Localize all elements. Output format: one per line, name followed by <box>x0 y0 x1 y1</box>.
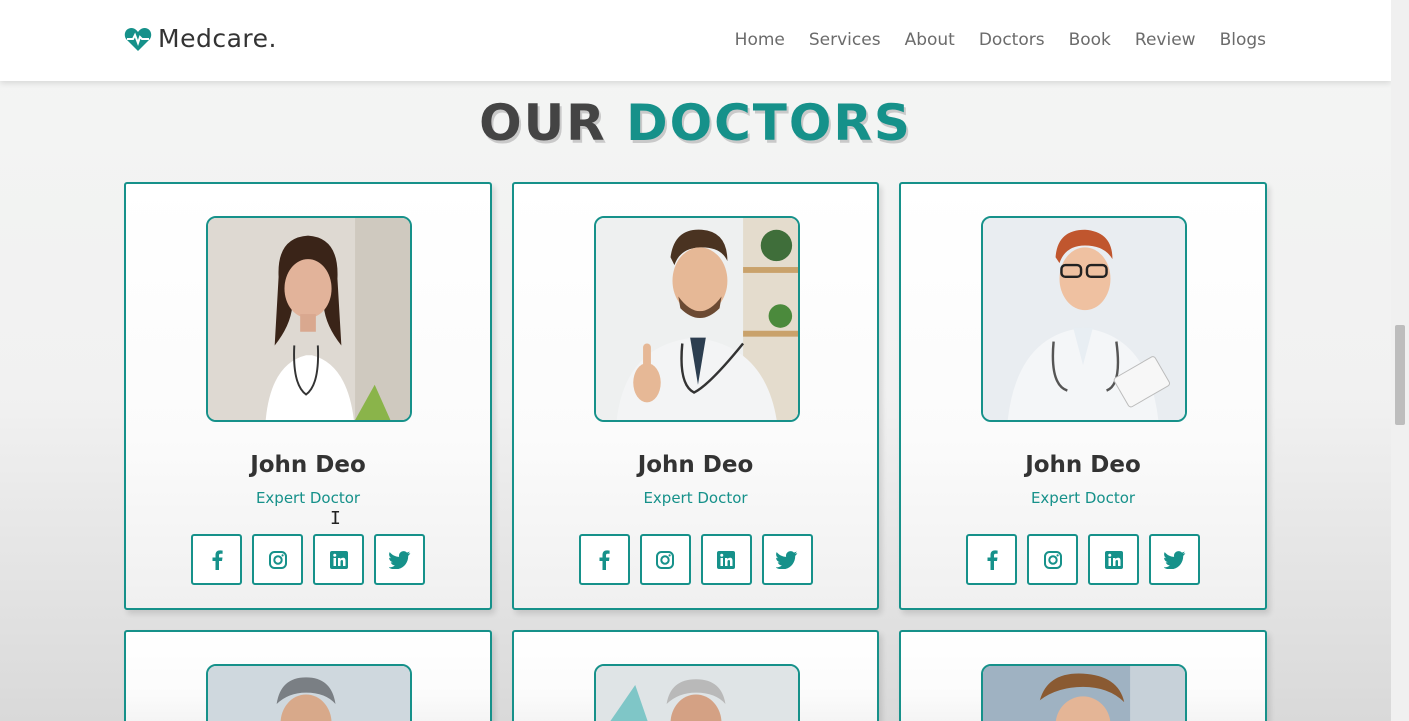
twitter-icon <box>388 550 410 569</box>
doctor-role: Expert Doctor <box>1030 489 1136 507</box>
header: Medcare. Home Services About Doctors Boo… <box>0 0 1391 81</box>
instagram-icon <box>268 550 287 569</box>
doctor-name: John Deo <box>250 452 366 478</box>
twitter-button[interactable] <box>1149 534 1200 585</box>
doctor-photo <box>594 216 800 422</box>
doctor-photo <box>206 664 412 721</box>
doctor-card <box>124 630 492 721</box>
linkedin-button[interactable] <box>1088 534 1139 585</box>
nav-doctors[interactable]: Doctors <box>979 30 1045 50</box>
doctor-photo <box>981 664 1187 721</box>
instagram-button[interactable] <box>252 534 303 585</box>
nav-blogs[interactable]: Blogs <box>1220 30 1266 50</box>
section-title-part2: DOCTORS <box>626 94 912 152</box>
instagram-icon <box>1043 550 1062 569</box>
nav-services[interactable]: Services <box>809 30 881 50</box>
facebook-icon <box>212 549 223 570</box>
instagram-icon <box>656 550 674 569</box>
linkedin-icon <box>329 550 348 569</box>
scrollbar-thumb[interactable] <box>1395 325 1405 425</box>
twitter-button[interactable] <box>761 534 813 585</box>
facebook-button[interactable] <box>191 534 242 585</box>
logo[interactable]: Medcare. <box>124 24 277 53</box>
section-title-part1: OUR <box>479 94 607 152</box>
social-links <box>126 534 490 585</box>
text-cursor-icon: I <box>330 508 341 529</box>
doctor-role: Expert Doctor <box>255 489 361 507</box>
heart-pulse-icon <box>124 27 152 51</box>
nav-about[interactable]: About <box>905 30 955 50</box>
twitter-icon <box>776 550 798 569</box>
doctor-card <box>512 630 879 721</box>
facebook-button[interactable] <box>578 534 630 585</box>
twitter-icon <box>1163 550 1185 569</box>
doctor-photo <box>206 216 412 422</box>
logo-text: Medcare. <box>158 24 277 53</box>
linkedin-icon <box>1104 550 1123 569</box>
doctors-grid: John Deo Expert Doctor John Deo Expert D… <box>124 182 1267 721</box>
instagram-button[interactable] <box>639 534 691 585</box>
facebook-button[interactable] <box>966 534 1017 585</box>
doctor-role: Expert Doctor <box>643 489 748 507</box>
doctor-card: John Deo Expert Doctor <box>512 182 879 610</box>
linkedin-button[interactable] <box>313 534 364 585</box>
doctor-name: John Deo <box>637 452 754 478</box>
section-title: OUR DOCTORS <box>0 94 1391 152</box>
facebook-icon <box>599 549 610 570</box>
social-links <box>901 534 1265 585</box>
twitter-button[interactable] <box>374 534 425 585</box>
linkedin-icon <box>717 550 735 569</box>
social-links <box>514 534 877 585</box>
instagram-button[interactable] <box>1027 534 1078 585</box>
main-nav: Home Services About Doctors Book Review … <box>735 30 1266 50</box>
linkedin-button[interactable] <box>700 534 752 585</box>
scrollbar[interactable] <box>1391 0 1409 721</box>
doctor-card <box>899 630 1267 721</box>
facebook-icon <box>987 549 998 570</box>
doctor-photo <box>594 664 800 721</box>
nav-home[interactable]: Home <box>735 30 785 50</box>
doctor-name: John Deo <box>1025 452 1141 478</box>
doctor-photo <box>981 216 1187 422</box>
doctor-card: John Deo Expert Doctor <box>899 182 1267 610</box>
doctor-card: John Deo Expert Doctor <box>124 182 492 610</box>
nav-book[interactable]: Book <box>1069 30 1111 50</box>
nav-review[interactable]: Review <box>1135 30 1196 50</box>
